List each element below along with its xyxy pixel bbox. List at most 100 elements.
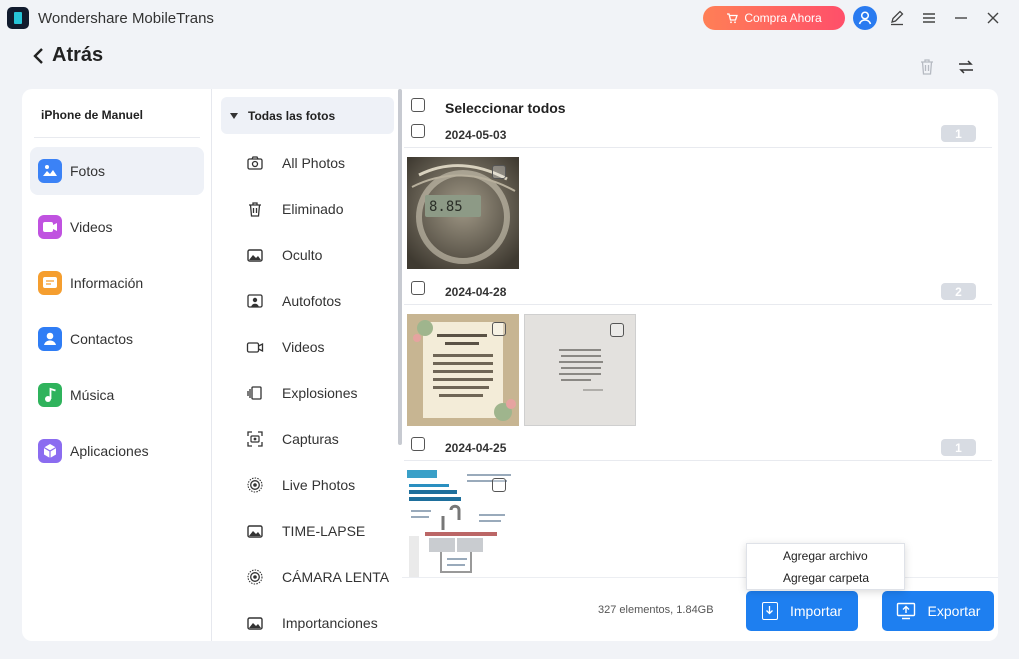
back-label: Atrás — [52, 44, 104, 66]
group-count-badge: 1 — [941, 439, 976, 456]
screenshot-icon — [247, 431, 263, 447]
album-label: Oculto — [282, 247, 323, 263]
cart-icon — [727, 13, 739, 24]
category-label: Aplicaciones — [70, 443, 149, 459]
album-live-photos[interactable]: Live Photos — [246, 470, 396, 500]
photo-grid: Seleccionar todos 2024-05-03 1 8.85 2024… — [402, 89, 998, 641]
album-label: TIME-LAPSE — [282, 523, 366, 539]
live-photo-icon — [247, 477, 263, 493]
category-label: Música — [70, 387, 115, 403]
select-all-label: Seleccionar todos — [445, 100, 566, 116]
imports-icon — [247, 617, 263, 630]
group-count-badge: 1 — [941, 125, 976, 142]
buy-now-label: Compra Ahora — [744, 11, 822, 25]
category-contactos[interactable]: Contactos — [30, 315, 204, 363]
all-photos-label: Todas las fotos — [248, 108, 336, 123]
category-sidebar: iPhone de Manuel Fotos Videos Informació… — [22, 89, 212, 641]
album-eliminado[interactable]: Eliminado — [246, 194, 396, 224]
svg-text:8.85: 8.85 — [429, 199, 463, 215]
contacts-icon — [38, 327, 62, 351]
photo-thumbnail[interactable] — [407, 314, 519, 426]
group-date: 2024-04-28 — [445, 285, 507, 299]
group-checkbox[interactable] — [411, 124, 425, 138]
photo-thumbnail[interactable] — [524, 314, 636, 426]
album-capturas[interactable]: Capturas — [246, 424, 396, 454]
category-label: Contactos — [70, 331, 134, 347]
category-informacion[interactable]: Información — [30, 259, 204, 307]
photo-thumbnail[interactable] — [407, 470, 519, 577]
album-label: Eliminado — [282, 201, 344, 217]
group-count-badge: 2 — [941, 283, 976, 300]
photo-checkbox[interactable] — [610, 323, 624, 337]
video-camera-icon — [246, 342, 264, 353]
group-divider — [404, 460, 992, 461]
app-title: Wondershare MobileTrans — [38, 10, 214, 27]
category-label: Fotos — [70, 163, 106, 179]
photo-checkbox[interactable] — [492, 165, 506, 179]
photo-checkbox[interactable] — [492, 322, 506, 336]
group-date: 2024-04-25 — [445, 441, 507, 455]
photos-icon — [38, 159, 62, 183]
select-all-checkbox[interactable] — [411, 98, 425, 112]
group-divider — [404, 147, 992, 148]
album-label: All Photos — [282, 155, 346, 171]
title-bar: Wondershare MobileTrans Compra Ahora — [0, 0, 1019, 36]
minimize-icon[interactable] — [952, 9, 970, 27]
import-icon — [761, 602, 778, 620]
album-label: Autofotos — [282, 293, 342, 309]
back-button[interactable]: Atrás — [32, 44, 103, 67]
item-stats: 327 elementos, 1.84GB — [598, 604, 714, 616]
slow-motion-icon — [247, 569, 263, 585]
videos-icon — [38, 215, 62, 239]
close-icon[interactable] — [984, 9, 1002, 27]
photo-checkbox[interactable] — [492, 478, 506, 492]
export-button[interactable]: Exportar — [882, 591, 994, 631]
album-label: Explosiones — [282, 385, 358, 401]
group-checkbox[interactable] — [411, 437, 425, 451]
feedback-edit-icon[interactable] — [888, 9, 906, 27]
category-videos[interactable]: Videos — [30, 203, 204, 251]
delete-icon[interactable] — [917, 57, 937, 77]
trash-icon — [249, 202, 261, 217]
all-photos-header[interactable]: Todas las fotos — [221, 97, 394, 134]
buy-now-button[interactable]: Compra Ahora — [703, 6, 845, 30]
album-label: Capturas — [282, 431, 339, 447]
album-explosiones[interactable]: Explosiones — [246, 378, 396, 408]
messages-icon — [38, 271, 62, 295]
burst-icon — [247, 386, 262, 400]
timelapse-icon — [247, 525, 263, 538]
device-name: iPhone de Manuel — [41, 108, 144, 122]
music-icon — [38, 383, 62, 407]
export-label: Exportar — [927, 603, 981, 619]
category-fotos[interactable]: Fotos — [30, 147, 204, 195]
camera-icon — [247, 156, 263, 170]
group-checkbox[interactable] — [411, 281, 425, 295]
category-musica[interactable]: Música — [30, 371, 204, 419]
album-label: CÁMARA LENTA — [282, 569, 390, 585]
group-date: 2024-05-03 — [445, 128, 507, 142]
menu-item-add-file[interactable]: Agregar archivo — [783, 549, 868, 563]
menu-item-add-folder[interactable]: Agregar carpeta — [783, 571, 869, 585]
apps-icon — [38, 439, 62, 463]
category-aplicaciones[interactable]: Aplicaciones — [30, 427, 204, 475]
category-label: Información — [70, 275, 144, 291]
album-importanciones[interactable]: Importanciones — [246, 608, 396, 638]
menu-icon[interactable] — [920, 9, 938, 27]
account-icon[interactable] — [853, 6, 877, 30]
album-autofotos[interactable]: Autofotos — [246, 286, 396, 316]
photo-thumbnail[interactable]: 8.85 — [407, 157, 519, 269]
group-divider — [404, 304, 992, 305]
action-bar: 327 elementos, 1.84GB Importar Exportar — [402, 577, 998, 641]
hidden-album-icon — [247, 249, 263, 262]
album-all-photos[interactable]: All Photos — [246, 148, 396, 178]
chevron-left-icon — [33, 47, 43, 64]
refresh-icon[interactable] — [956, 57, 976, 77]
app-logo — [7, 7, 29, 29]
album-oculto[interactable]: Oculto — [246, 240, 396, 270]
album-videos[interactable]: Videos — [246, 332, 396, 362]
divider — [34, 137, 200, 138]
album-camara-lenta[interactable]: CÁMARA LENTA — [246, 562, 396, 592]
album-time-lapse[interactable]: TIME-LAPSE — [246, 516, 396, 546]
import-dropdown-menu: Agregar archivo Agregar carpeta — [746, 543, 905, 590]
import-button[interactable]: Importar — [746, 591, 858, 631]
